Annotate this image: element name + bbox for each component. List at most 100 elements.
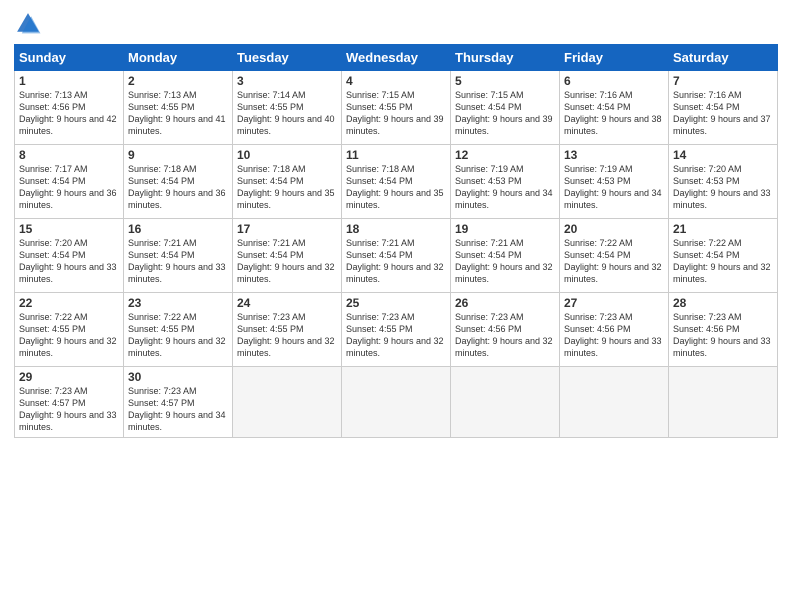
- day-number: 15: [19, 222, 119, 236]
- day-info: Sunrise: 7:23 AMSunset: 4:57 PMDaylight:…: [128, 385, 228, 434]
- day-cell: 9Sunrise: 7:18 AMSunset: 4:54 PMDaylight…: [124, 145, 233, 219]
- day-number: 22: [19, 296, 119, 310]
- col-header-saturday: Saturday: [669, 45, 778, 71]
- col-header-sunday: Sunday: [15, 45, 124, 71]
- day-number: 6: [564, 74, 664, 88]
- day-number: 2: [128, 74, 228, 88]
- day-number: 25: [346, 296, 446, 310]
- day-number: 19: [455, 222, 555, 236]
- day-info: Sunrise: 7:21 AMSunset: 4:54 PMDaylight:…: [237, 237, 337, 286]
- day-info: Sunrise: 7:14 AMSunset: 4:55 PMDaylight:…: [237, 89, 337, 138]
- day-number: 1: [19, 74, 119, 88]
- day-number: 13: [564, 148, 664, 162]
- col-header-tuesday: Tuesday: [233, 45, 342, 71]
- day-number: 26: [455, 296, 555, 310]
- week-row-3: 15Sunrise: 7:20 AMSunset: 4:54 PMDayligh…: [15, 219, 778, 293]
- day-cell: [342, 367, 451, 438]
- day-cell: 10Sunrise: 7:18 AMSunset: 4:54 PMDayligh…: [233, 145, 342, 219]
- day-info: Sunrise: 7:21 AMSunset: 4:54 PMDaylight:…: [346, 237, 446, 286]
- day-cell: 20Sunrise: 7:22 AMSunset: 4:54 PMDayligh…: [560, 219, 669, 293]
- day-cell: 8Sunrise: 7:17 AMSunset: 4:54 PMDaylight…: [15, 145, 124, 219]
- day-number: 20: [564, 222, 664, 236]
- day-cell: 17Sunrise: 7:21 AMSunset: 4:54 PMDayligh…: [233, 219, 342, 293]
- col-header-wednesday: Wednesday: [342, 45, 451, 71]
- day-cell: 18Sunrise: 7:21 AMSunset: 4:54 PMDayligh…: [342, 219, 451, 293]
- day-info: Sunrise: 7:23 AMSunset: 4:55 PMDaylight:…: [346, 311, 446, 360]
- day-cell: 21Sunrise: 7:22 AMSunset: 4:54 PMDayligh…: [669, 219, 778, 293]
- day-number: 17: [237, 222, 337, 236]
- day-number: 16: [128, 222, 228, 236]
- day-cell: 4Sunrise: 7:15 AMSunset: 4:55 PMDaylight…: [342, 71, 451, 145]
- day-info: Sunrise: 7:20 AMSunset: 4:54 PMDaylight:…: [19, 237, 119, 286]
- day-cell: 12Sunrise: 7:19 AMSunset: 4:53 PMDayligh…: [451, 145, 560, 219]
- day-cell: 1Sunrise: 7:13 AMSunset: 4:56 PMDaylight…: [15, 71, 124, 145]
- day-cell: 14Sunrise: 7:20 AMSunset: 4:53 PMDayligh…: [669, 145, 778, 219]
- day-info: Sunrise: 7:23 AMSunset: 4:56 PMDaylight:…: [673, 311, 773, 360]
- day-number: 30: [128, 370, 228, 384]
- header-row: SundayMondayTuesdayWednesdayThursdayFrid…: [15, 45, 778, 71]
- day-cell: [560, 367, 669, 438]
- day-info: Sunrise: 7:23 AMSunset: 4:56 PMDaylight:…: [455, 311, 555, 360]
- day-info: Sunrise: 7:18 AMSunset: 4:54 PMDaylight:…: [237, 163, 337, 212]
- logo-icon: [14, 10, 42, 38]
- day-number: 9: [128, 148, 228, 162]
- day-cell: 29Sunrise: 7:23 AMSunset: 4:57 PMDayligh…: [15, 367, 124, 438]
- day-number: 7: [673, 74, 773, 88]
- day-cell: 23Sunrise: 7:22 AMSunset: 4:55 PMDayligh…: [124, 293, 233, 367]
- day-info: Sunrise: 7:22 AMSunset: 4:55 PMDaylight:…: [128, 311, 228, 360]
- day-cell: 24Sunrise: 7:23 AMSunset: 4:55 PMDayligh…: [233, 293, 342, 367]
- day-info: Sunrise: 7:13 AMSunset: 4:56 PMDaylight:…: [19, 89, 119, 138]
- day-cell: 5Sunrise: 7:15 AMSunset: 4:54 PMDaylight…: [451, 71, 560, 145]
- calendar-table: SundayMondayTuesdayWednesdayThursdayFrid…: [14, 44, 778, 438]
- day-info: Sunrise: 7:13 AMSunset: 4:55 PMDaylight:…: [128, 89, 228, 138]
- day-number: 12: [455, 148, 555, 162]
- day-info: Sunrise: 7:17 AMSunset: 4:54 PMDaylight:…: [19, 163, 119, 212]
- day-number: 8: [19, 148, 119, 162]
- week-row-5: 29Sunrise: 7:23 AMSunset: 4:57 PMDayligh…: [15, 367, 778, 438]
- day-number: 5: [455, 74, 555, 88]
- day-cell: 22Sunrise: 7:22 AMSunset: 4:55 PMDayligh…: [15, 293, 124, 367]
- week-row-1: 1Sunrise: 7:13 AMSunset: 4:56 PMDaylight…: [15, 71, 778, 145]
- day-cell: 7Sunrise: 7:16 AMSunset: 4:54 PMDaylight…: [669, 71, 778, 145]
- day-info: Sunrise: 7:23 AMSunset: 4:57 PMDaylight:…: [19, 385, 119, 434]
- col-header-monday: Monday: [124, 45, 233, 71]
- day-number: 29: [19, 370, 119, 384]
- day-number: 10: [237, 148, 337, 162]
- logo: [14, 10, 48, 38]
- day-info: Sunrise: 7:21 AMSunset: 4:54 PMDaylight:…: [455, 237, 555, 286]
- day-info: Sunrise: 7:16 AMSunset: 4:54 PMDaylight:…: [564, 89, 664, 138]
- day-info: Sunrise: 7:18 AMSunset: 4:54 PMDaylight:…: [346, 163, 446, 212]
- day-cell: [451, 367, 560, 438]
- day-info: Sunrise: 7:20 AMSunset: 4:53 PMDaylight:…: [673, 163, 773, 212]
- day-cell: 25Sunrise: 7:23 AMSunset: 4:55 PMDayligh…: [342, 293, 451, 367]
- day-info: Sunrise: 7:16 AMSunset: 4:54 PMDaylight:…: [673, 89, 773, 138]
- day-info: Sunrise: 7:23 AMSunset: 4:56 PMDaylight:…: [564, 311, 664, 360]
- day-number: 23: [128, 296, 228, 310]
- col-header-friday: Friday: [560, 45, 669, 71]
- day-number: 28: [673, 296, 773, 310]
- day-info: Sunrise: 7:15 AMSunset: 4:54 PMDaylight:…: [455, 89, 555, 138]
- day-info: Sunrise: 7:22 AMSunset: 4:54 PMDaylight:…: [673, 237, 773, 286]
- day-cell: [233, 367, 342, 438]
- week-row-4: 22Sunrise: 7:22 AMSunset: 4:55 PMDayligh…: [15, 293, 778, 367]
- day-info: Sunrise: 7:19 AMSunset: 4:53 PMDaylight:…: [564, 163, 664, 212]
- day-cell: 30Sunrise: 7:23 AMSunset: 4:57 PMDayligh…: [124, 367, 233, 438]
- day-number: 4: [346, 74, 446, 88]
- day-number: 27: [564, 296, 664, 310]
- header: [14, 10, 778, 38]
- page: SundayMondayTuesdayWednesdayThursdayFrid…: [0, 0, 792, 612]
- day-cell: 16Sunrise: 7:21 AMSunset: 4:54 PMDayligh…: [124, 219, 233, 293]
- day-cell: 15Sunrise: 7:20 AMSunset: 4:54 PMDayligh…: [15, 219, 124, 293]
- day-number: 11: [346, 148, 446, 162]
- day-cell: 2Sunrise: 7:13 AMSunset: 4:55 PMDaylight…: [124, 71, 233, 145]
- day-cell: 28Sunrise: 7:23 AMSunset: 4:56 PMDayligh…: [669, 293, 778, 367]
- day-info: Sunrise: 7:22 AMSunset: 4:55 PMDaylight:…: [19, 311, 119, 360]
- day-cell: 3Sunrise: 7:14 AMSunset: 4:55 PMDaylight…: [233, 71, 342, 145]
- day-info: Sunrise: 7:23 AMSunset: 4:55 PMDaylight:…: [237, 311, 337, 360]
- day-info: Sunrise: 7:21 AMSunset: 4:54 PMDaylight:…: [128, 237, 228, 286]
- day-number: 24: [237, 296, 337, 310]
- day-info: Sunrise: 7:19 AMSunset: 4:53 PMDaylight:…: [455, 163, 555, 212]
- day-cell: 27Sunrise: 7:23 AMSunset: 4:56 PMDayligh…: [560, 293, 669, 367]
- day-cell: 13Sunrise: 7:19 AMSunset: 4:53 PMDayligh…: [560, 145, 669, 219]
- day-info: Sunrise: 7:15 AMSunset: 4:55 PMDaylight:…: [346, 89, 446, 138]
